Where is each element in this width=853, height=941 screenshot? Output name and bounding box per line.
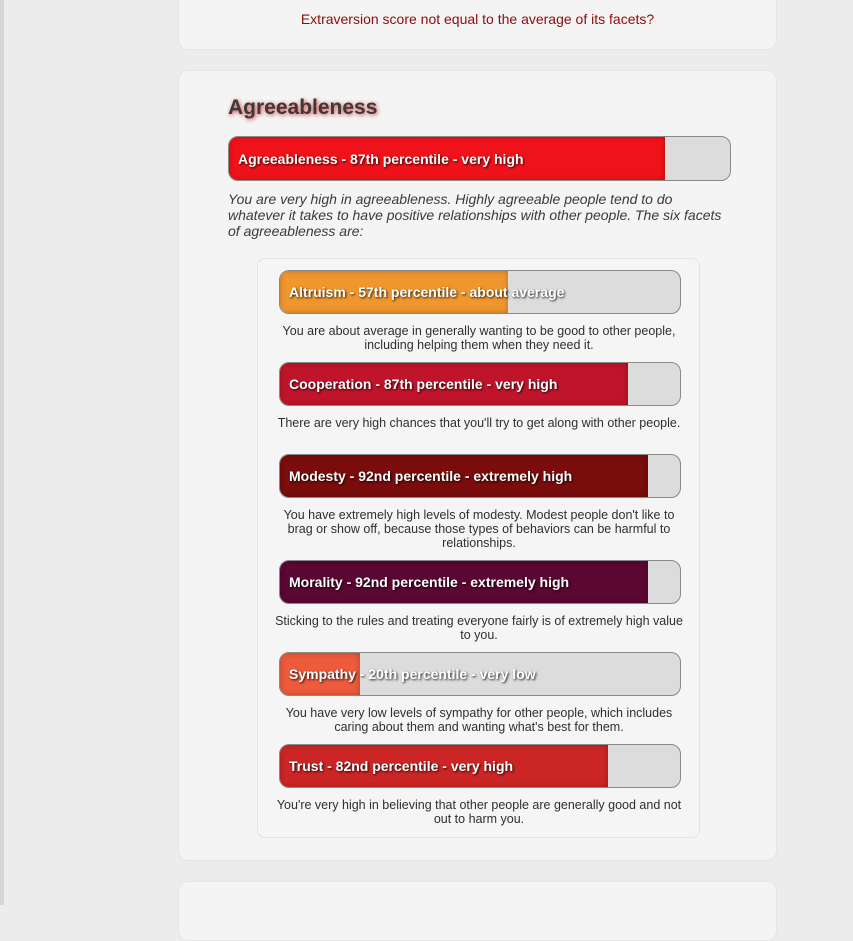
next-domain-card xyxy=(178,881,777,941)
agreeableness-card: Agreeableness Agreeableness - 87th perce… xyxy=(178,70,777,861)
facet-label-cooperation: Cooperation - 87th percentile - very hig… xyxy=(289,376,558,392)
facet-description-altruism: You are about average in generally wanti… xyxy=(282,324,676,352)
left-edge-strip xyxy=(0,0,4,905)
facet-bar-modesty: Modesty - 92nd percentile - extremely hi… xyxy=(279,454,681,498)
facet-bar-sympathy: Sympathy - 20th percentile - very low xyxy=(279,652,681,696)
facet-bar-altruism: Altruism - 57th percentile - about avera… xyxy=(279,270,681,314)
domain-percentile-label: Agreeableness - 87th percentile - very h… xyxy=(238,150,524,167)
facet-label-sympathy: Sympathy - 20th percentile - very low xyxy=(289,666,536,682)
domain-percentile-bar: Agreeableness - 87th percentile - very h… xyxy=(228,136,731,181)
facets-panel: Altruism - 57th percentile - about avera… xyxy=(257,258,700,838)
facet-bar-morality: Morality - 92nd percentile - extremely h… xyxy=(279,560,681,604)
facet-label-morality: Morality - 92nd percentile - extremely h… xyxy=(289,574,570,590)
facet-description-cooperation: There are very high chances that you'll … xyxy=(277,416,681,430)
facet-bar-trust: Trust - 82nd percentile - very high xyxy=(279,744,681,788)
extraversion-facet-average-note[interactable]: Extraversion score not equal to the aver… xyxy=(179,11,776,27)
facet-label-trust: Trust - 82nd percentile - very high xyxy=(289,758,514,774)
facet-description-morality: Sticking to the rules and treating every… xyxy=(275,614,683,642)
facet-description-sympathy: You have very low levels of sympathy for… xyxy=(285,706,673,734)
facet-description-modesty: You have extremely high levels of modest… xyxy=(283,508,675,550)
domain-title: Agreeableness xyxy=(228,96,378,119)
facet-label-modesty: Modesty - 92nd percentile - extremely hi… xyxy=(289,468,573,484)
facet-bar-cooperation: Cooperation - 87th percentile - very hig… xyxy=(279,362,681,406)
facet-description-trust: You're very high in believing that other… xyxy=(276,798,682,826)
extraversion-card: Extraversion score not equal to the aver… xyxy=(178,0,777,50)
facet-label-altruism: Altruism - 57th percentile - about avera… xyxy=(289,284,565,300)
domain-description: You are very high in agreeableness. High… xyxy=(228,191,722,239)
